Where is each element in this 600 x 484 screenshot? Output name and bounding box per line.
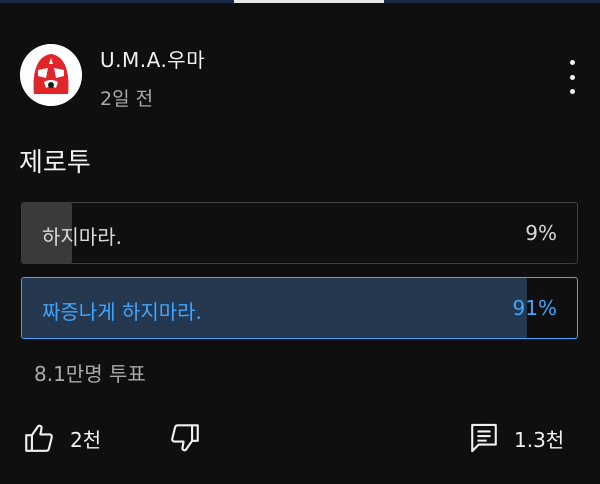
channel-name[interactable]: U.M.A.우마 xyxy=(100,44,205,73)
comment-button[interactable]: 1.3천 xyxy=(468,418,564,458)
post-timestamp[interactable]: 2일 전 xyxy=(100,84,153,111)
more-vertical-icon xyxy=(569,60,575,65)
poll-option-0[interactable]: 하지마라. 9% xyxy=(21,202,578,264)
poll-option-1[interactable]: 짜증나게 하지마라. 91% xyxy=(21,277,578,339)
poll-option-0-label: 하지마라. xyxy=(42,225,122,249)
thumbs-down-icon xyxy=(171,424,199,452)
like-count: 2천 xyxy=(70,427,102,452)
poll-option-0-percent: 9% xyxy=(525,221,557,245)
community-post: U.M.A.우마 2일 전 제로투 하지마라. 9% 짜증나게 하지마라. 91… xyxy=(0,0,600,484)
poll-option-1-label: 짜증나게 하지마라. xyxy=(42,300,202,324)
poll-option-1-percent: 91% xyxy=(512,296,557,320)
poll-vote-count: 8.1만명 투표 xyxy=(34,362,146,386)
comment-count: 1.3천 xyxy=(514,427,565,452)
dislike-button[interactable] xyxy=(168,418,202,458)
red-mask-avatar-icon xyxy=(20,44,82,106)
comment-icon xyxy=(471,423,497,453)
like-button[interactable]: 2천 xyxy=(22,418,101,458)
more-options-button[interactable] xyxy=(560,60,584,94)
channel-avatar[interactable] xyxy=(20,44,82,106)
thumbs-up-icon xyxy=(25,424,53,452)
post-text: 제로투 xyxy=(19,148,91,178)
